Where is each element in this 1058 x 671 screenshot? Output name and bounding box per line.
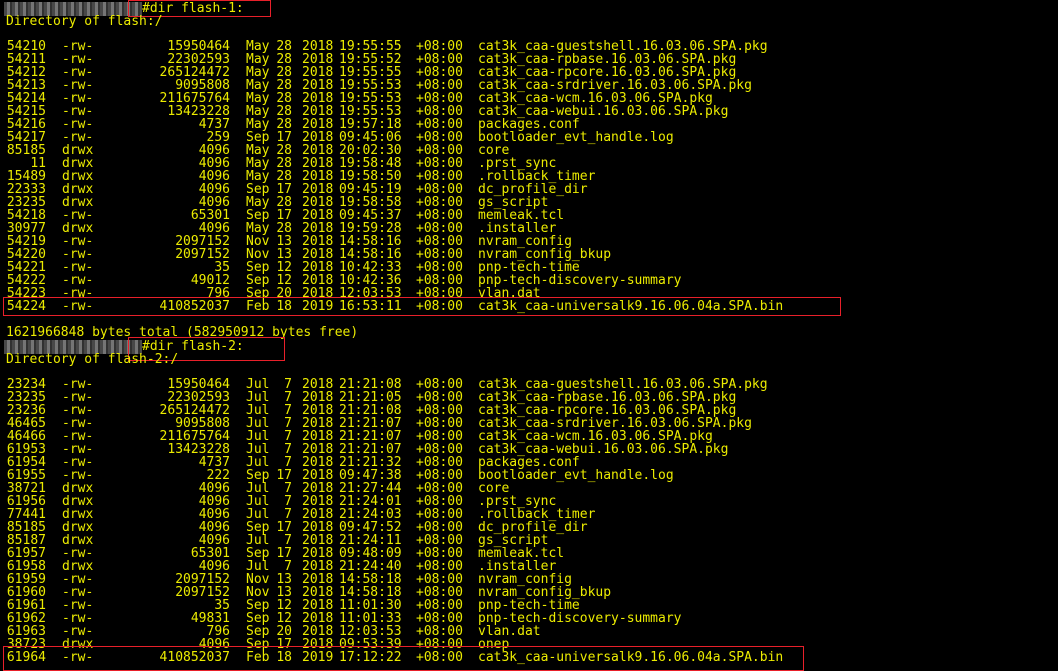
directory-header-2: Directory of flash-2:/ xyxy=(6,352,179,367)
inode: 61964 xyxy=(6,650,46,665)
permissions: -rw- xyxy=(62,299,94,314)
time: 17:12:22 xyxy=(339,650,402,665)
day: 18 xyxy=(276,650,292,665)
file-size: 410852037 xyxy=(159,299,230,314)
table-row: 61963 -rw- 796 Sep 20 2018 12:03:53 +08:00 vlan.… xyxy=(0,625,1058,638)
timezone: +08:00 xyxy=(416,650,463,665)
file-name: core xyxy=(478,481,510,496)
timezone: +08:00 xyxy=(416,299,463,314)
file-name: pnp-tech-discovery-summary xyxy=(478,611,682,626)
directory-header-1: Directory of flash:/ xyxy=(6,14,163,29)
table-row: 54217 -rw- 259 Sep 17 2018 09:45:06 +08:00 bootl… xyxy=(0,131,1058,144)
file-name: cat3k_caa-universalk9.16.06.04a.SPA.bin xyxy=(478,299,784,314)
file-name: bootloader_evt_handle.log xyxy=(478,130,674,145)
time: 16:53:11 xyxy=(339,299,402,314)
year: 2019 xyxy=(302,299,334,314)
year: 2019 xyxy=(302,650,334,665)
file-size: 410852037 xyxy=(159,650,230,665)
inode: 54224 xyxy=(6,299,46,314)
file-name: cat3k_caa-universalk9.16.06.04a.SPA.bin xyxy=(478,650,784,665)
file-name: bootloader_evt_handle.log xyxy=(478,468,674,483)
file-name: vlan.dat xyxy=(478,624,541,639)
day: 18 xyxy=(276,299,292,314)
file-name: memleak.tcl xyxy=(478,208,565,223)
file-name: dc_profile_dir xyxy=(478,182,588,197)
file-name: memleak.tcl xyxy=(478,546,565,561)
table-row: 61964 -rw- 410852037 Feb 18 2019 17:12:22 +08:0… xyxy=(0,651,1058,664)
file-name: pnp-tech-discovery-summary xyxy=(478,273,682,288)
table-row: 61955 -rw- 222 Sep 17 2018 09:47:38 +08:00 bootl… xyxy=(0,469,1058,482)
table-row: 54224 -rw- 410852037 Feb 18 2019 16:53:11 +08:0… xyxy=(0,300,1058,313)
terminal-window[interactable]: #dir flash-1: Directory of flash:/ 54210… xyxy=(0,0,1058,671)
file-name: dc_profile_dir xyxy=(478,520,588,535)
permissions: -rw- xyxy=(62,650,94,665)
file-name: core xyxy=(478,143,510,158)
file-size: 2097152 xyxy=(175,585,230,600)
total-bytes-line: 1621966848 bytes total (582950912 bytes … xyxy=(6,325,359,340)
file-size: 2097152 xyxy=(175,247,230,262)
